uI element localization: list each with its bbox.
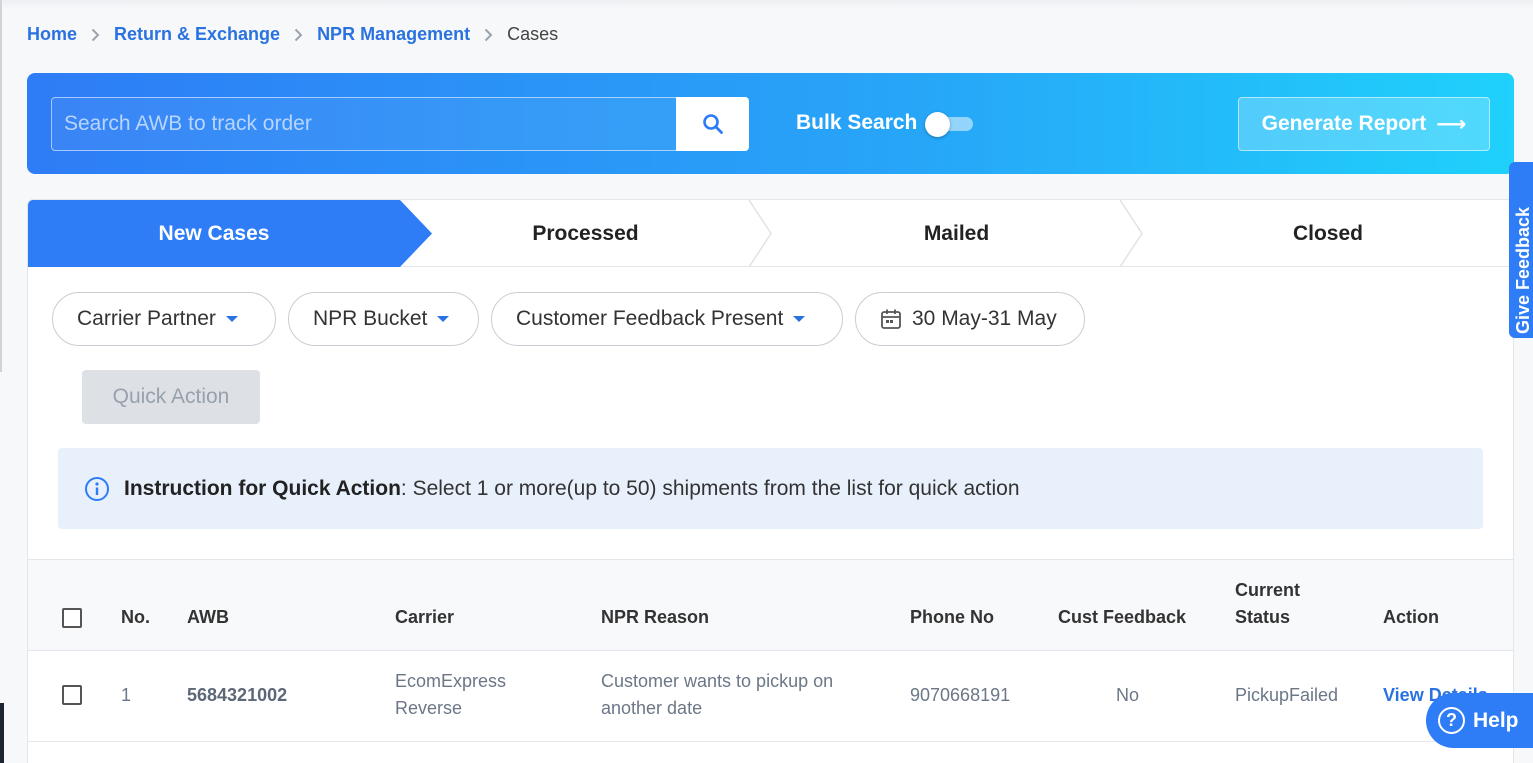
select-all-checkbox[interactable] [62,608,82,628]
generate-report-label: Generate Report [1261,112,1427,135]
instruction-body: : Select 1 or more(up to 50) shipments f… [400,476,1020,500]
breadcrumb: Home Return & Exchange NPR Management Ca… [27,24,558,45]
customer-feedback-label: Customer Feedback Present [516,307,784,330]
cases-card: New Cases Processed Mailed Closed Carrie… [27,199,1514,763]
row-cust-feedback: No [1116,685,1140,705]
row-carrier-line2: Reverse [395,698,463,718]
awb-search-placeholder: Search AWB to track order [64,112,312,135]
tab-processed[interactable]: Processed [400,200,771,267]
date-range-picker[interactable]: 30 May-31 May [855,292,1085,346]
row-number: 1 [121,685,132,705]
carrier-partner-label: Carrier Partner [77,307,216,330]
caret-down-icon [793,316,806,322]
toggle-knob [925,112,950,137]
chevron-right-icon [91,28,100,42]
breadcrumb-home[interactable]: Home [27,24,77,45]
search-button[interactable] [676,97,749,151]
top-shadow [0,0,1533,10]
quick-action-button[interactable]: Quick Action [82,370,260,424]
awb-search-input[interactable]: Search AWB to track order [51,97,677,151]
row-reason-line1: Customer wants to pickup on [601,671,834,691]
help-label: Help [1473,708,1519,732]
help-button[interactable]: ? Help [1426,693,1533,748]
npr-bucket-filter[interactable]: NPR Bucket [288,292,479,346]
left-edge [0,0,2,372]
bulk-search-toggle[interactable] [925,112,973,137]
carrier-partner-filter[interactable]: Carrier Partner [52,292,276,346]
bulk-search-label: Bulk Search [796,111,918,134]
caret-down-icon [437,316,450,322]
left-dark-edge [0,703,4,763]
generate-report-button[interactable]: Generate Report ⟶ [1238,97,1490,151]
give-feedback-label: Give Feedback [1513,206,1533,334]
table-row: 1 5684321002 EcomExpress Reverse Custome… [28,651,1513,742]
row-checkbox[interactable] [62,685,82,705]
tab-closed[interactable]: Closed [1142,200,1513,267]
info-icon [85,476,109,501]
caret-down-icon [225,316,238,322]
chevron-right-icon [294,28,303,42]
give-feedback-tab[interactable]: Give Feedback [1509,162,1533,338]
search-icon [702,114,723,134]
column-header-no: No. [121,607,150,627]
tab-mailed[interactable]: Mailed [771,200,1142,267]
column-header-carrier: Carrier [395,607,455,627]
instruction-text: Instruction for Quick Action: Select 1 o… [124,477,1020,501]
arrow-right-icon: ⟶ [1436,112,1467,136]
row-current-status: PickupFailed [1235,685,1339,705]
column-header-current-status: Current Status [1235,577,1300,631]
row-reason-line2: another date [601,698,703,718]
help-icon: ? [1438,707,1465,734]
row-phone: 9070668191 [910,685,1011,705]
column-header-action: Action [1383,607,1439,627]
row-carrier-line1: EcomExpress [395,671,507,691]
current-status-line2: Status [1235,607,1291,627]
table-header: No. AWB Carrier NPR Reason Phone No Cust… [28,559,1513,651]
column-header-awb: AWB [187,607,229,627]
breadcrumb-current: Cases [507,24,559,44]
date-range-label: 30 May-31 May [912,307,1057,330]
column-header-npr-reason: NPR Reason [601,607,710,627]
breadcrumb-return-exchange[interactable]: Return & Exchange [114,24,280,45]
npr-bucket-label: NPR Bucket [313,307,428,330]
search-banner: Search AWB to track order Bulk Search Ge… [27,73,1514,174]
chevron-right-icon [484,28,493,42]
row-awb: 5684321002 [187,685,288,705]
customer-feedback-filter[interactable]: Customer Feedback Present [491,292,843,346]
status-stepper: New Cases Processed Mailed Closed [28,200,1513,267]
current-status-line1: Current [1235,580,1301,600]
breadcrumb-npr-management[interactable]: NPR Management [317,24,470,45]
instruction-title: Instruction for Quick Action [124,476,401,500]
row-carrier: EcomExpress Reverse [395,668,506,722]
row-npr-reason: Customer wants to pickup on another date [601,668,833,722]
column-header-phone: Phone No [910,607,994,627]
tab-new-cases[interactable]: New Cases [28,200,400,267]
calendar-icon [881,309,901,329]
quick-action-instruction: Instruction for Quick Action: Select 1 o… [58,448,1483,529]
column-header-cust-feedback: Cust Feedback [1058,607,1187,627]
